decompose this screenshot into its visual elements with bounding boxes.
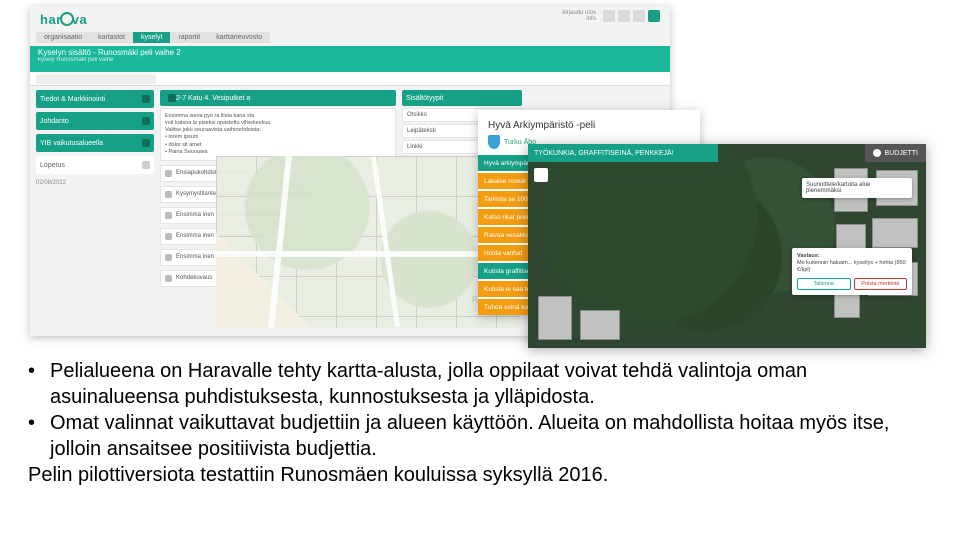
- survey-subtitle: kysely Runosmäki peli vaihe: [38, 57, 662, 63]
- paragraph-3: Pelin pilottiversiota testattiin Runosmä…: [28, 462, 940, 488]
- editor-header-actions: kirjaudu ulos info: [562, 10, 660, 22]
- aerial-popup-1: Suunnittele/kartoita alue pienemmäksi: [802, 178, 912, 198]
- survey-title: Kyselyn sisältö - Runosmäki peli vaihe 2: [38, 48, 181, 57]
- city-crest-icon: [488, 135, 500, 149]
- gear-icon: [165, 275, 172, 282]
- aerial-header: TYÖKUNKIA, GRAFFITISEINÄ, PENKKEJÄ!: [528, 144, 718, 162]
- gear-icon: [165, 191, 172, 198]
- menu-tab-1[interactable]: kartastot: [90, 32, 133, 43]
- bullet-icon: •: [28, 358, 50, 410]
- right-header-label: Sisältötyypit: [406, 95, 443, 102]
- mid-description: Ensimma isena pyo ra llista kana sta voi…: [160, 108, 396, 161]
- bullet-1: Pelialueena on Haravalle tehty kartta-al…: [50, 358, 940, 410]
- header-meta-2: info: [586, 16, 596, 22]
- popup2-body: Me kuitennin haluam... kysellys + hehta …: [797, 260, 907, 274]
- check-icon: [142, 95, 150, 103]
- bullet-2: Omat valinnat vaikuttavat budjettiin ja …: [50, 410, 940, 462]
- lang-square-3[interactable]: [633, 10, 645, 22]
- budget-label: BUDJETTI: [885, 150, 918, 157]
- map-road: [216, 251, 520, 257]
- gear-icon: [165, 170, 172, 177]
- editor-map[interactable]: Runosmäki: [216, 156, 520, 328]
- aerial-building: [872, 218, 918, 248]
- menu-tab-2[interactable]: kyselyt: [133, 32, 170, 43]
- gear-icon: [165, 233, 172, 240]
- left-row-1[interactable]: Johdanto: [36, 112, 154, 130]
- aerial-game-window: TYÖKUNKIA, GRAFFITISEINÄ, PENKKEJÄ! BUDJ…: [528, 144, 926, 348]
- check-icon: [142, 139, 150, 147]
- left-row-0[interactable]: Tiedot & Markkinointi: [36, 90, 154, 108]
- aerial-popup-2: Vastaus: Me kuitennin haluam... kysellys…: [792, 248, 912, 295]
- left-row-1-label: Johdanto: [40, 118, 69, 125]
- left-date: 02/08/2022: [36, 180, 154, 186]
- lang-square-1[interactable]: [603, 10, 615, 22]
- editor-menubar: organisaatio kartastot kyselyt raportit …: [36, 32, 270, 43]
- aerial-building: [538, 296, 572, 340]
- check-icon: [168, 94, 176, 102]
- popup-save-button[interactable]: Tallenna: [797, 278, 851, 290]
- popup2-label: Vastaus:: [797, 253, 820, 259]
- lang-square-2[interactable]: [618, 10, 630, 22]
- popup1-line2: pienemmäksi: [806, 188, 908, 194]
- menu-tab-4[interactable]: karttaneuvosto: [208, 32, 270, 43]
- menu-tab-3[interactable]: raportit: [170, 32, 208, 43]
- left-row-3[interactable]: Lopetus: [36, 156, 154, 174]
- mid-header[interactable]: 2-7 Katu 4. Vesiputket a: [160, 90, 396, 106]
- screenshot-collage: harva kirjaudu ulos info organisaatio ka…: [0, 0, 960, 345]
- survey-selector[interactable]: [36, 74, 156, 84]
- check-icon: [142, 161, 150, 169]
- map-road: [371, 156, 400, 327]
- check-icon: [142, 117, 150, 125]
- mid-header-label: 2-7 Katu 4. Vesiputket a: [176, 95, 250, 102]
- aerial-building: [580, 310, 620, 340]
- editor-left-column: Tiedot & Markkinointi Johdanto YIB vaiku…: [36, 90, 154, 186]
- left-row-2-label: YIB vaikutusalueella: [40, 140, 103, 147]
- map-road: [268, 156, 292, 328]
- left-row-2[interactable]: YIB vaikutusalueella: [36, 134, 154, 152]
- menu-tab-0[interactable]: organisaatio: [36, 32, 90, 43]
- left-row-3-label: Lopetus: [40, 162, 65, 169]
- harava-logo: harva: [40, 10, 87, 27]
- aerial-budget: BUDJETTI: [865, 144, 926, 162]
- left-row-0-label: Tiedot & Markkinointi: [40, 96, 105, 103]
- gear-icon: [165, 212, 172, 219]
- aerial-search-icon[interactable]: [534, 168, 548, 182]
- lang-square-active[interactable]: [648, 10, 660, 22]
- bullet-icon: •: [28, 410, 50, 462]
- slide-bullets: • Pelialueena on Haravalle tehty kartta-…: [28, 358, 940, 488]
- card-title: Hyvä Arkiympäristö -peli: [478, 110, 700, 135]
- survey-selector-row: [30, 72, 670, 86]
- survey-titlebar: Kyselyn sisältö - Runosmäki peli vaihe 2…: [30, 46, 670, 72]
- gear-icon: [165, 254, 172, 261]
- right-header: Sisältötyypit: [402, 90, 522, 106]
- popup-delete-button[interactable]: Poista merkintä: [854, 278, 908, 290]
- budget-dot-icon: [873, 149, 881, 157]
